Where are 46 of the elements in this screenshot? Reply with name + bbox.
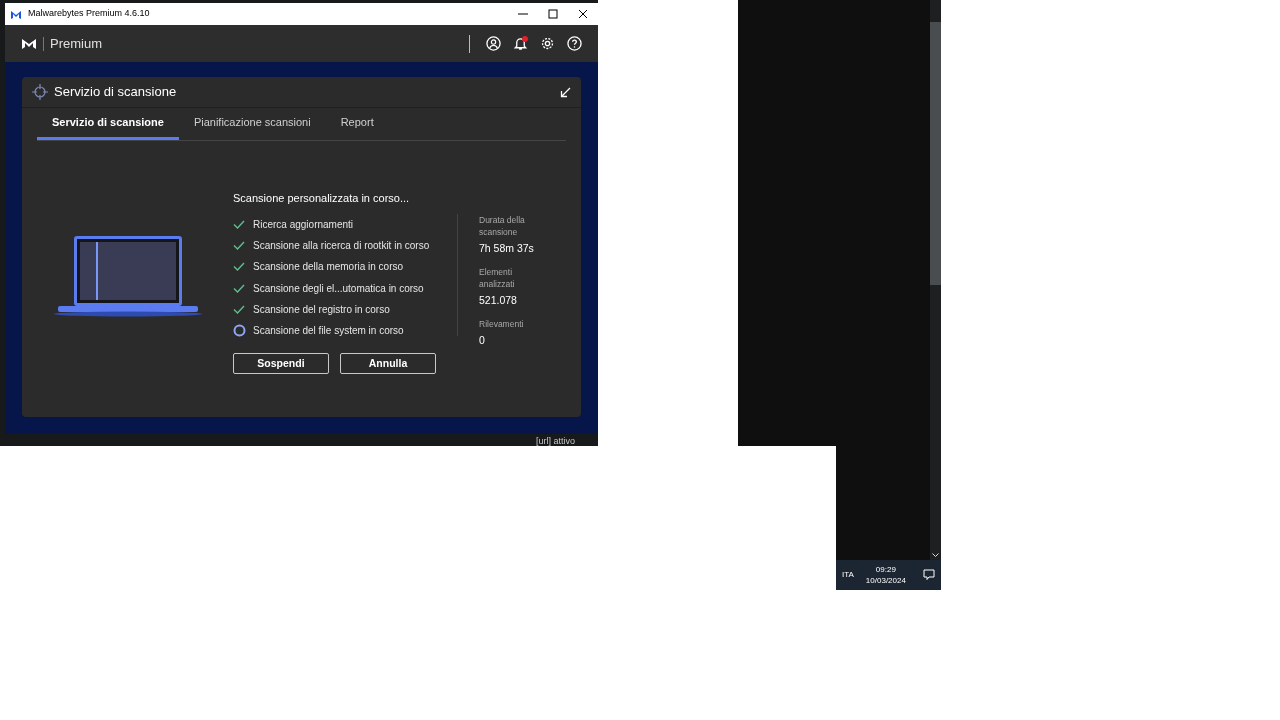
clock-time: 09:29 — [875, 564, 896, 575]
app-logo-icon — [21, 36, 37, 51]
check-icon — [233, 219, 245, 229]
tab[interactable]: Report — [325, 108, 389, 140]
scan-step: Scansione del registro in corso — [253, 301, 390, 317]
scrollbar-thumb[interactable] — [930, 22, 941, 285]
stat-label: Rilevamenti — [479, 317, 525, 330]
scan-heading: Scansione personalizzata in corso... — [233, 191, 411, 206]
stat-value: 7h 58m 37s — [479, 241, 535, 256]
minimize-arrow-icon[interactable] — [560, 86, 571, 98]
stat-label: Durata della scansione — [479, 214, 526, 238]
notifications-icon[interactable] — [513, 36, 528, 51]
check-icon — [233, 283, 245, 293]
stat-value: 521.078 — [479, 292, 518, 308]
app-logo-icon — [10, 8, 22, 20]
scan-step: Scansione della memoria in corso — [253, 259, 404, 275]
tab[interactable]: Pianificazione scansioni — [178, 108, 326, 140]
scan-step: Scansione alla ricerca di rootkit in corso — [253, 237, 430, 253]
clock-date: 10/03/2024 — [865, 575, 906, 586]
check-icon — [233, 262, 245, 272]
scan-step: Scansione del file system in corso — [253, 323, 404, 339]
maximize-icon — [548, 9, 558, 19]
scan-step: Scansione degli el...utomatica in corso — [253, 280, 424, 296]
crosshair-icon — [32, 84, 48, 100]
action-button[interactable]: Annulla — [340, 353, 436, 375]
account-icon[interactable] — [486, 36, 501, 51]
check-icon — [233, 304, 245, 314]
check-icon — [233, 240, 245, 250]
brand-label: Premium — [50, 34, 102, 53]
stat-label: Elementi analizzati — [479, 265, 516, 290]
notification-center-icon[interactable] — [923, 569, 935, 581]
language-indicator[interactable]: ITA — [842, 569, 854, 581]
tab[interactable]: Servizio di scansione — [37, 108, 179, 140]
scrollbar[interactable] — [930, 0, 941, 560]
progress-ring-icon — [233, 324, 246, 338]
background-text: [url] attivo — [536, 436, 575, 446]
scroll-down-icon[interactable] — [932, 553, 939, 558]
scan-step: Ricerca aggiornamenti — [253, 216, 354, 232]
settings-icon[interactable] — [540, 36, 555, 51]
stat-value: 0 — [479, 332, 486, 348]
card-title: Servizio di scansione — [54, 83, 177, 102]
window-title: Malwarebytes Premium 4.6.10 — [28, 7, 150, 21]
clock[interactable]: 09:29 10/03/2024 — [865, 564, 906, 586]
action-button[interactable]: Sospendi — [233, 353, 329, 375]
help-icon[interactable] — [567, 36, 582, 51]
close-icon — [578, 9, 588, 19]
